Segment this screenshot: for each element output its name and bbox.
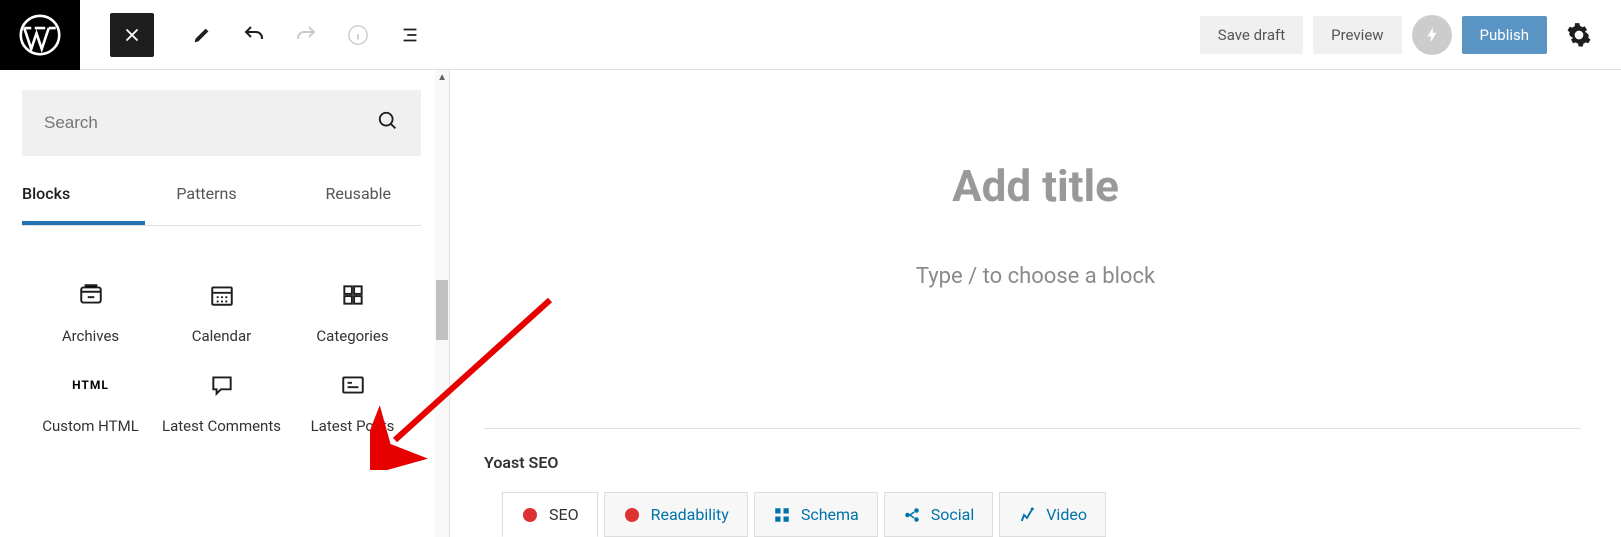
yoast-tab-label: SEO xyxy=(549,505,579,524)
tab-reusable[interactable]: Reusable xyxy=(268,166,421,225)
yoast-tabs: SEO Readability Schema Social xyxy=(502,492,1581,537)
block-label: Latest Posts xyxy=(311,417,395,437)
yoast-panel-title: Yoast SEO xyxy=(484,429,1581,492)
redo-button[interactable] xyxy=(284,13,328,57)
seo-score-icon xyxy=(521,506,539,524)
top-bar: Save draft Preview Publish xyxy=(0,0,1621,70)
block-search[interactable] xyxy=(22,90,421,156)
scrollbar[interactable]: ▲ xyxy=(435,70,449,537)
editor-canvas: Add title Type / to choose a block Yoast… xyxy=(450,70,1621,537)
yoast-tab-label: Social xyxy=(931,505,974,524)
scroll-thumb[interactable] xyxy=(436,280,448,340)
info-button[interactable] xyxy=(336,13,380,57)
search-input[interactable] xyxy=(44,113,328,133)
calendar-icon xyxy=(209,281,235,309)
social-icon xyxy=(903,506,921,524)
amp-button[interactable] xyxy=(1412,15,1452,55)
comments-icon xyxy=(209,371,235,399)
outline-button[interactable] xyxy=(388,13,432,57)
close-inserter-button[interactable] xyxy=(110,13,154,57)
settings-button[interactable] xyxy=(1557,13,1601,57)
archives-icon xyxy=(78,281,104,309)
scroll-up-arrow[interactable]: ▲ xyxy=(437,72,447,83)
block-archives[interactable]: Archives xyxy=(30,281,151,347)
schema-icon xyxy=(773,506,791,524)
tab-blocks[interactable]: Blocks xyxy=(22,166,145,225)
wordpress-logo[interactable] xyxy=(0,0,80,70)
block-label: Latest Comments xyxy=(162,417,281,437)
yoast-tab-seo[interactable]: SEO xyxy=(502,492,598,537)
yoast-tab-readability[interactable]: Readability xyxy=(604,492,748,537)
yoast-tab-label: Readability xyxy=(651,505,729,524)
yoast-tab-video[interactable]: Video xyxy=(999,492,1106,537)
publish-button[interactable]: Publish xyxy=(1462,16,1547,54)
readability-score-icon xyxy=(623,506,641,524)
main-area: ▲ Blocks Patterns Reusable Archi xyxy=(0,70,1621,537)
block-grid: Archives Calendar Categories HTML Cu xyxy=(22,281,421,436)
toolbar-right: Save draft Preview Publish xyxy=(1200,13,1621,57)
block-label: Archives xyxy=(62,327,119,347)
html-icon: HTML xyxy=(72,371,109,399)
yoast-tab-schema[interactable]: Schema xyxy=(754,492,878,537)
video-icon xyxy=(1018,506,1036,524)
block-inserter-sidebar: ▲ Blocks Patterns Reusable Archi xyxy=(0,70,450,537)
toolbar-left xyxy=(110,13,432,57)
undo-button[interactable] xyxy=(232,13,276,57)
block-label: Calendar xyxy=(192,327,252,347)
categories-icon xyxy=(340,281,366,309)
search-icon xyxy=(377,110,399,136)
preview-button[interactable]: Preview xyxy=(1313,16,1401,54)
yoast-tab-label: Video xyxy=(1046,505,1087,524)
block-label: Custom HTML xyxy=(42,417,139,437)
block-latest-comments[interactable]: Latest Comments xyxy=(161,371,282,437)
post-title-input[interactable]: Add title xyxy=(450,160,1621,212)
block-calendar[interactable]: Calendar xyxy=(161,281,282,347)
block-categories[interactable]: Categories xyxy=(292,281,413,347)
yoast-tab-social[interactable]: Social xyxy=(884,492,993,537)
block-custom-html[interactable]: HTML Custom HTML xyxy=(30,371,151,437)
yoast-seo-panel: Yoast SEO SEO Readability Schema xyxy=(484,428,1581,537)
edit-mode-button[interactable] xyxy=(180,13,224,57)
block-label: Categories xyxy=(316,327,388,347)
save-draft-button[interactable]: Save draft xyxy=(1200,16,1303,54)
block-prompt[interactable]: Type / to choose a block xyxy=(450,264,1621,289)
yoast-tab-label: Schema xyxy=(801,505,859,524)
latest-posts-icon xyxy=(340,371,366,399)
block-latest-posts[interactable]: Latest Posts xyxy=(292,371,413,437)
tab-patterns[interactable]: Patterns xyxy=(145,166,268,225)
inserter-tabs: Blocks Patterns Reusable xyxy=(22,166,421,226)
